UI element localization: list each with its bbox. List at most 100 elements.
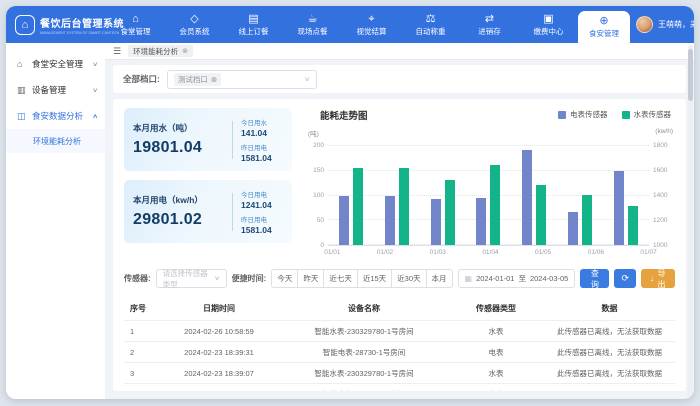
bar-电表传感器[interactable] xyxy=(476,198,486,245)
bar-水表传感器[interactable] xyxy=(353,168,363,245)
electric-card-value: 29801.02 xyxy=(133,211,224,229)
x-label: 01/06 xyxy=(576,249,616,256)
nav-item-会员系统[interactable]: ◇会员系统 xyxy=(165,6,224,43)
tag-close-icon[interactable]: ⊗ xyxy=(211,75,217,84)
table-header-row: 序号日期时间设备名称传感器类型数据 xyxy=(124,299,675,321)
bar-电表传感器[interactable] xyxy=(339,196,349,246)
x-label: 01/04 xyxy=(470,249,510,256)
table-cell: 智能水表-230329780-1号房间 xyxy=(280,363,448,384)
nav-item-食堂管理[interactable]: ⌂食堂管理 xyxy=(106,6,165,43)
legend-swatch xyxy=(558,111,566,119)
electric-card-title: 本月用电（kw/h） xyxy=(133,194,224,206)
table-cell: 1 xyxy=(124,321,158,342)
bar-电表传感器[interactable] xyxy=(385,196,395,246)
quick-time-昨天[interactable]: 昨天 xyxy=(297,269,324,288)
calendar-icon: ▦ xyxy=(465,274,473,283)
column-header-设备名称: 设备名称 xyxy=(280,299,448,321)
date-range-picker[interactable]: ▦ 2024-01-01 至 2024-03-05 xyxy=(458,269,576,288)
table-cell: 2 xyxy=(124,342,158,363)
food-safety-icon: ⊕ xyxy=(599,15,608,27)
collapse-sidebar-icon[interactable]: ☰ xyxy=(113,46,121,57)
quick-time-近30天[interactable]: 近30天 xyxy=(391,269,426,288)
table-row[interactable]: 42024-02-23 15:14:21智能电表-28730-1号房间电表0.0… xyxy=(124,384,675,392)
nav-item-线上订餐[interactable]: ▤线上订餐 xyxy=(224,6,283,43)
bar-电表传感器[interactable] xyxy=(614,171,624,245)
quick-time-近15天[interactable]: 近15天 xyxy=(357,269,392,288)
avatar[interactable] xyxy=(636,16,653,33)
sidebar-item-label: 食安数据分析 xyxy=(32,110,83,122)
scrollbar-thumb[interactable] xyxy=(688,49,693,101)
quick-time-近七天[interactable]: 近七天 xyxy=(323,269,358,288)
tab-env-energy[interactable]: 环境能耗分析 ⊗ xyxy=(128,45,193,57)
sensor-type-select[interactable]: 请选择传感器类型 ∨ xyxy=(156,269,227,288)
chart-legend: 电表传感器 水表传感器 xyxy=(558,109,671,120)
header-nav: ⌂食堂管理◇会员系统▤线上订餐☕现场点餐⌖视觉结算⚖自动称重⇄进销存▣缴费中心⊕… xyxy=(106,6,630,43)
table-row[interactable]: 32024-02-23 18:39:07智能水表-230329780-1号房间水… xyxy=(124,363,675,384)
electric-today-label: 今日用电 xyxy=(241,189,283,199)
sidebar: ⌂食堂安全管理∨▥设备管理∨◫食安数据分析∧环境能耗分析 xyxy=(6,43,105,399)
canteen-icon: ⌂ xyxy=(132,13,139,25)
table-cell: 水表 xyxy=(448,321,544,342)
date-start: 2024-01-01 xyxy=(476,274,514,283)
tab-close-icon[interactable]: ⊗ xyxy=(182,47,188,55)
nav-item-缴费中心[interactable]: ▣缴费中心 xyxy=(519,6,578,43)
water-card-value: 19801.04 xyxy=(133,139,224,157)
nav-item-自动称重[interactable]: ⚖自动称重 xyxy=(401,6,460,43)
bar-水表传感器[interactable] xyxy=(445,180,455,245)
sidebar-item-食堂安全管理[interactable]: ⌂食堂安全管理∨ xyxy=(6,51,105,77)
bar-group-01/06 xyxy=(568,146,592,245)
electric-today-value: 1241.04 xyxy=(241,200,283,210)
left-tick: 150 xyxy=(313,168,324,174)
export-button[interactable]: ↓导出 xyxy=(641,269,675,288)
legend-swatch xyxy=(622,111,630,119)
bar-电表传感器[interactable] xyxy=(431,199,441,245)
table-cell: 3 xyxy=(124,363,158,384)
stall-select[interactable]: 测试档口 ⊗ ∨ xyxy=(167,70,317,89)
table-cell: 此传感器已离线，无法获取数据 xyxy=(544,342,675,363)
table-cell: 2024-02-26 10:58:59 xyxy=(158,321,280,342)
x-label: 01/03 xyxy=(418,249,458,256)
quick-time-本月[interactable]: 本月 xyxy=(426,269,453,288)
x-label: 01/02 xyxy=(365,249,405,256)
refresh-icon: ⟳ xyxy=(621,273,629,284)
bar-水表传感器[interactable] xyxy=(536,185,546,245)
inventory-icon: ⇄ xyxy=(485,13,494,25)
auto-weigh-icon: ⚖ xyxy=(426,13,436,25)
legend-label: 水表传感器 xyxy=(634,109,672,120)
legend-label: 电表传感器 xyxy=(570,109,608,120)
bar-水表传感器[interactable] xyxy=(399,168,409,245)
sidebar-subitem-环境能耗分析[interactable]: 环境能耗分析 xyxy=(6,129,105,153)
bar-group-01/04 xyxy=(476,146,500,245)
chevron-down-icon: ∨ xyxy=(304,76,311,83)
table-row[interactable]: 22024-02-23 18:39:31智能电表-28730-1号房间电表此传感… xyxy=(124,342,675,363)
sidebar-item-食安数据分析[interactable]: ◫食安数据分析∧ xyxy=(6,103,105,129)
table-row[interactable]: 12024-02-26 10:58:59智能水表-230329780-1号房间水… xyxy=(124,321,675,342)
right-tick: 1000 xyxy=(653,243,675,249)
bar-电表传感器[interactable] xyxy=(568,212,578,245)
search-button[interactable]: 查询 xyxy=(580,269,609,288)
column-header-传感器类型: 传感器类型 xyxy=(448,299,544,321)
nav-item-视觉结算[interactable]: ⌖视觉结算 xyxy=(342,6,401,43)
nav-item-现场点餐[interactable]: ☕现场点餐 xyxy=(283,6,342,43)
sidebar-item-设备管理[interactable]: ▥设备管理∨ xyxy=(6,77,105,103)
table-body: 12024-02-26 10:58:59智能水表-230329780-1号房间水… xyxy=(124,321,675,392)
user-name: 王萌萌，采购经理 xyxy=(658,19,694,30)
nav-item-label: 视觉结算 xyxy=(357,26,387,37)
nav-item-label: 线上订餐 xyxy=(239,26,269,37)
column-header-序号: 序号 xyxy=(124,299,158,321)
nav-item-食安管理[interactable]: ⊕食安管理 xyxy=(578,11,630,43)
member-icon: ◇ xyxy=(190,13,198,25)
left-tick: 100 xyxy=(313,193,324,199)
bar-水表传感器[interactable] xyxy=(582,195,592,245)
table-cell: 电表 xyxy=(448,384,544,392)
electric-usage-card: 本月用电（kw/h） 29801.02 今日用电 1241.04 昨日用电 15… xyxy=(124,180,292,243)
analytics-panel: 本月用水（吨） 19801.04 今日用水 141.04 昨日用电 1581.0… xyxy=(113,99,686,391)
bar-水表传感器[interactable] xyxy=(628,206,638,245)
bar-电表传感器[interactable] xyxy=(522,150,532,245)
nav-item-进销存[interactable]: ⇄进销存 xyxy=(460,6,519,43)
quick-time-今天[interactable]: 今天 xyxy=(271,269,298,288)
bar-水表传感器[interactable] xyxy=(490,165,500,245)
reset-button[interactable]: ⟳ xyxy=(614,269,636,288)
bar-group-01/02 xyxy=(385,146,409,245)
user-area: 王萌萌，采购经理 ⋮ xyxy=(630,6,694,43)
